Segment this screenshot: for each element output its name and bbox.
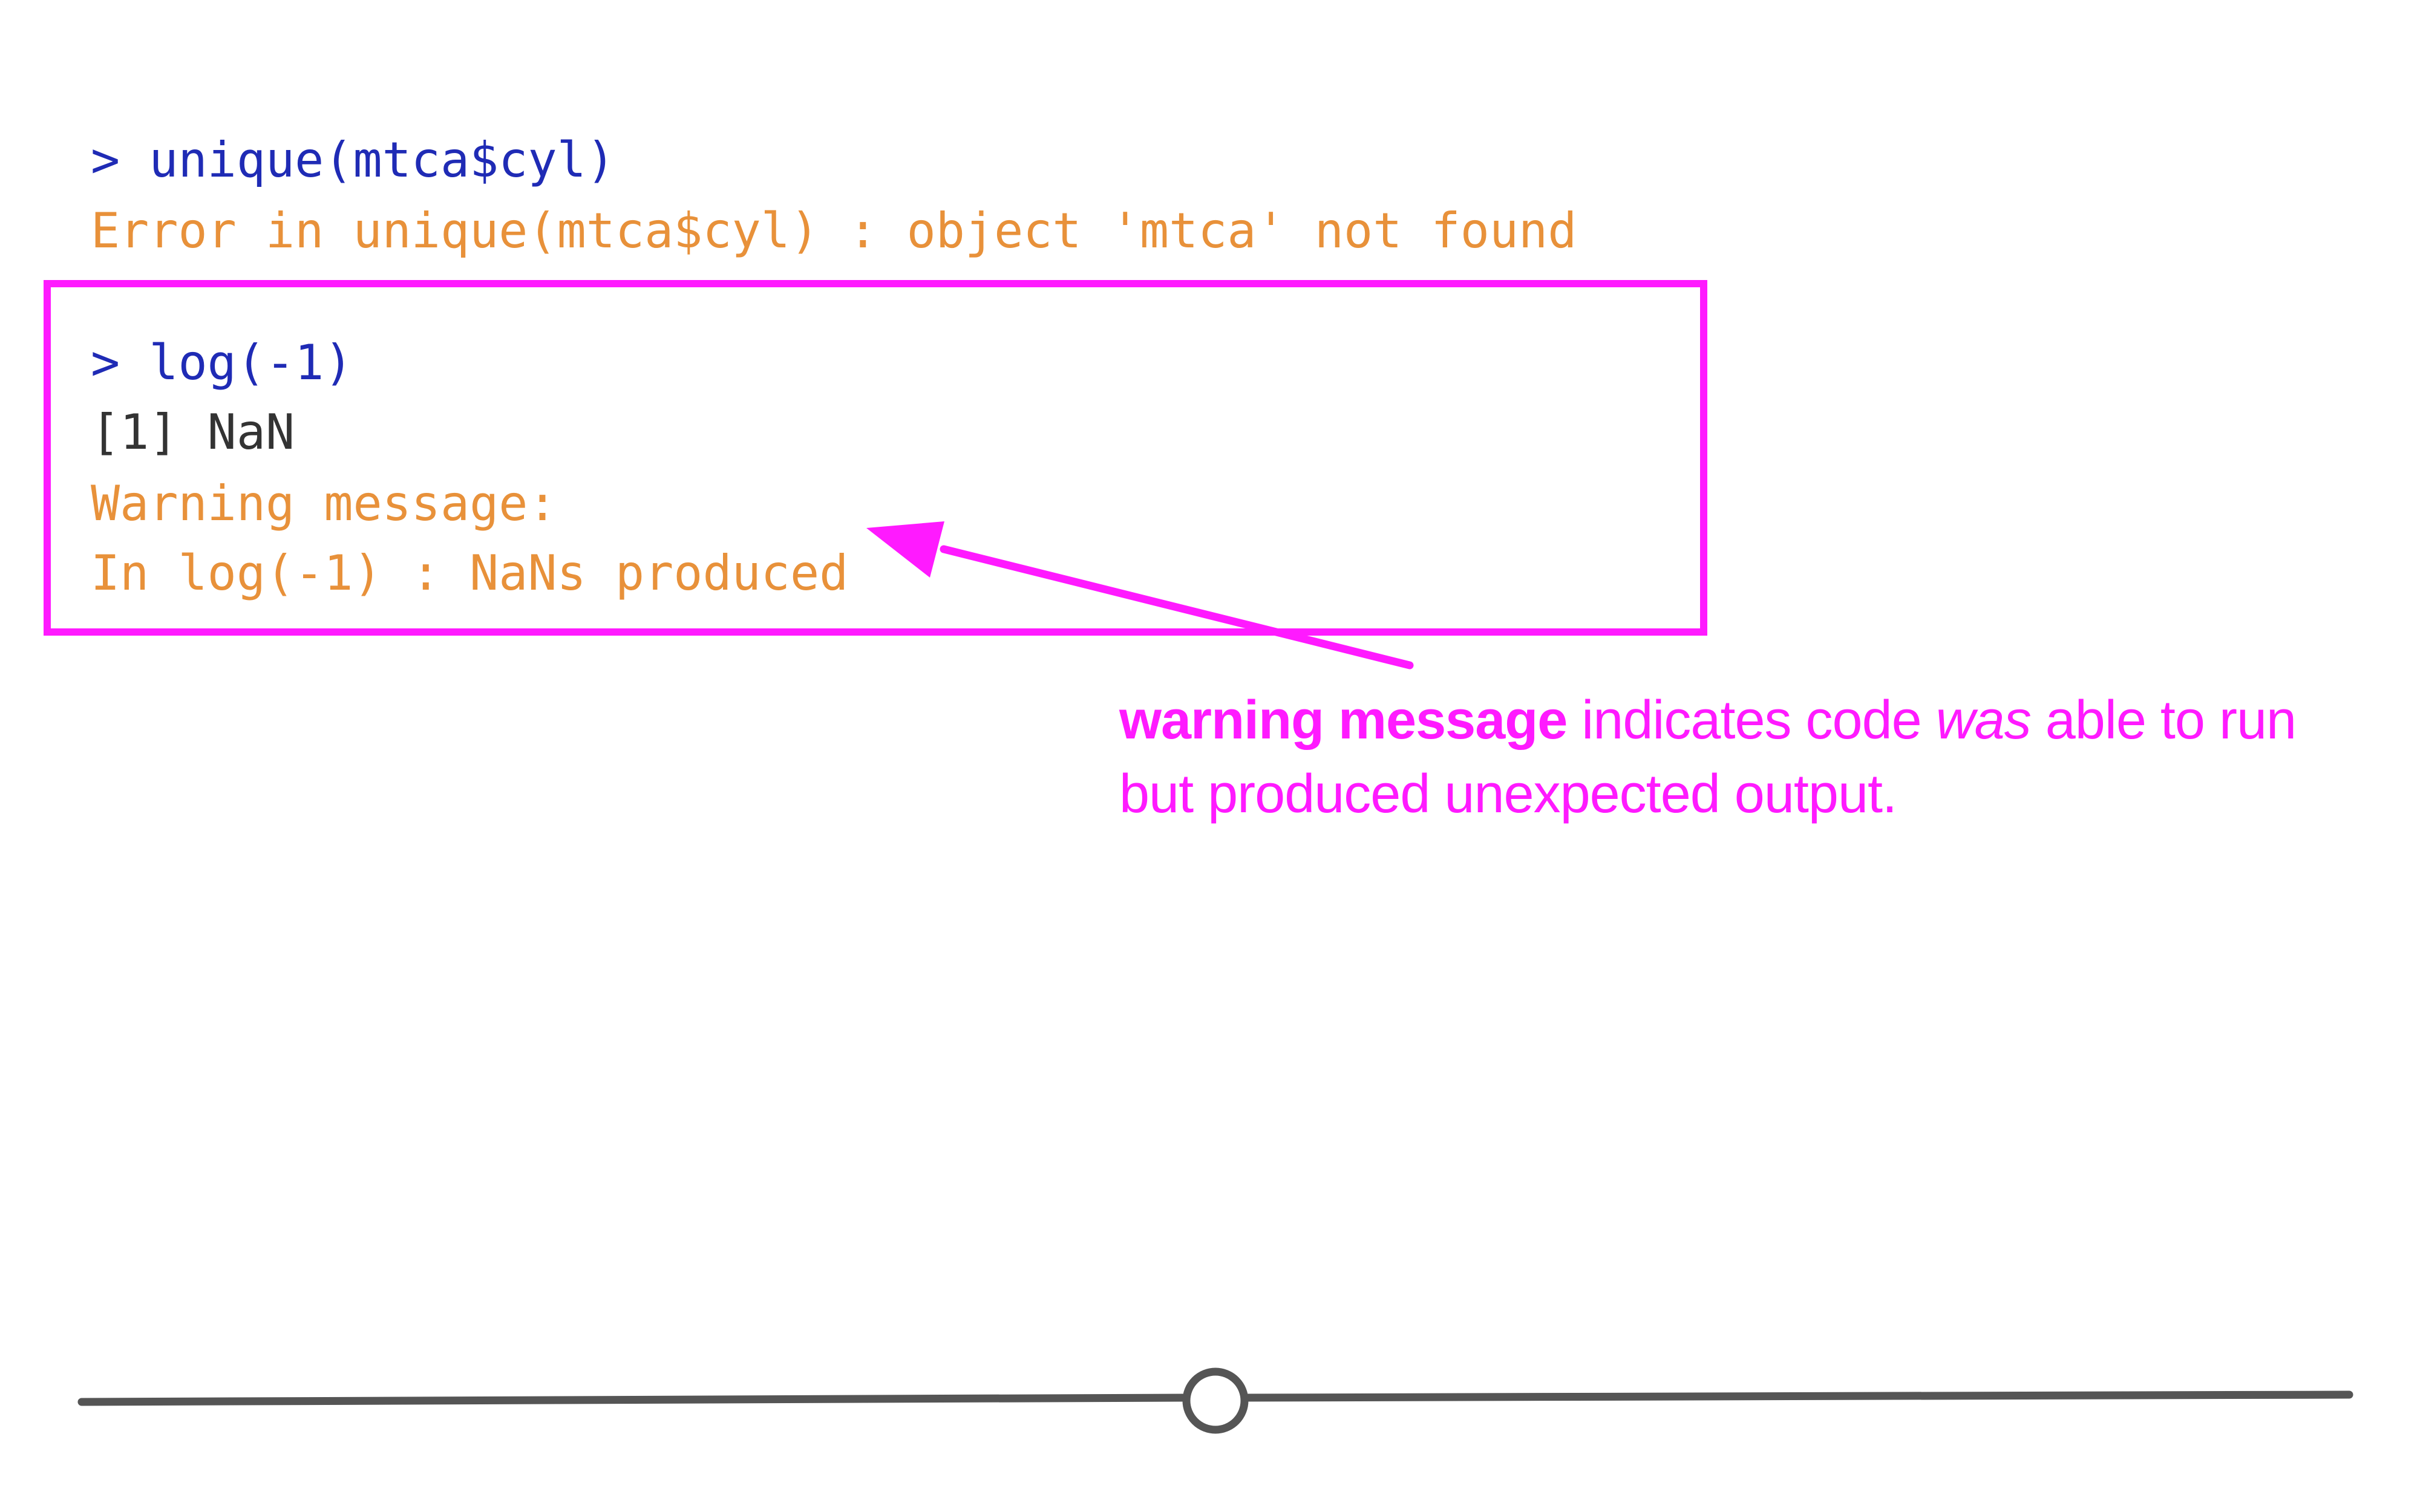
- annotation-line-1: warning message indicates code was able …: [1119, 683, 2297, 757]
- annotation-line-2: but produced unexpected output.: [1119, 764, 1897, 824]
- annotation-text-1: indicates code: [1567, 690, 1936, 751]
- annotation-italic: was: [1935, 690, 2032, 751]
- arrow-head: [866, 521, 944, 578]
- annotation-text-2: able to run: [2030, 690, 2297, 751]
- annotation-text: warning message indicates code was able …: [1119, 683, 2297, 831]
- slider-handle[interactable]: [1182, 1367, 1249, 1434]
- annotation-bold: warning message: [1119, 690, 1568, 751]
- slider-track-left: [77, 1393, 1191, 1406]
- arrow-shaft: [940, 545, 1414, 670]
- slider-track-right: [1240, 1390, 2353, 1402]
